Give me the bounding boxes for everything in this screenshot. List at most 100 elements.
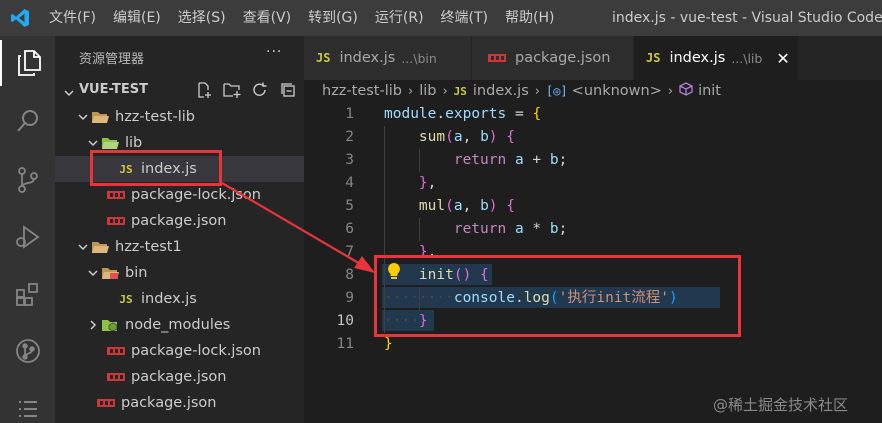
menu-help[interactable]: 帮助(H) (496, 0, 562, 36)
breadcrumb-item[interactable]: lib (419, 83, 436, 99)
tree-file-index-js[interactable]: JS index.js (55, 286, 304, 312)
code-token: mul (418, 198, 446, 214)
code-token: , (427, 175, 437, 191)
extensions-icon[interactable] (0, 272, 55, 318)
tree-file-package-lock-json[interactable]: package-lock.json (55, 338, 304, 364)
new-file-icon[interactable] (190, 81, 218, 99)
tree-label: hzz-test1 (115, 239, 182, 255)
title-bar: 文件(F) 编辑(E) 选择(S) 查看(V) 转到(G) 运行(R) 终端(T… (0, 0, 882, 36)
menu-file[interactable]: 文件(F) (40, 0, 104, 36)
chevron-right-icon: › (407, 83, 414, 99)
code-line[interactable]: 3 return a + b; (304, 149, 882, 172)
tree-file-package-json[interactable]: package.json (55, 390, 304, 416)
workspace-section-header[interactable]: VUE-TEST (55, 78, 304, 102)
code-token: . (436, 106, 446, 122)
tab-package-json[interactable]: package.json (472, 36, 634, 80)
tree-folder-hzz-test-lib[interactable]: hzz-test-lib (55, 104, 304, 130)
code-token: module (384, 106, 437, 122)
menu-run[interactable]: 运行(R) (366, 0, 432, 36)
explorer-sidebar: 资源管理器 ··· VUE-TEST hzz-test-lib lib JS i… (55, 36, 304, 423)
js-file-icon: JS (119, 292, 133, 306)
window-title: index.js - vue-test - Visual Studio Code… (612, 10, 882, 26)
refresh-icon[interactable] (246, 81, 274, 99)
list-icon[interactable] (0, 386, 55, 423)
chevron-down-icon (63, 84, 75, 103)
code-token: + (523, 152, 550, 168)
code-token: b (549, 221, 559, 237)
code-line[interactable]: 2 sum(a, b) { (304, 126, 882, 149)
chevron-right-icon: › (442, 83, 448, 99)
line-number: 6 (345, 221, 354, 237)
code-token: } (384, 336, 393, 352)
line-number: 3 (345, 152, 354, 168)
npm-icon (107, 343, 125, 359)
breadcrumb-symbol-unknown[interactable]: <unknown> (572, 83, 662, 99)
js-file-icon: JS (453, 84, 467, 98)
line-number: 4 (345, 175, 354, 191)
breadcrumb-symbol-init[interactable]: init (698, 83, 721, 99)
code-text: return a * b; (384, 218, 568, 241)
code-token: ; (558, 221, 568, 237)
run-debug-icon[interactable] (0, 214, 55, 260)
more-actions-button[interactable]: ··· (266, 44, 282, 60)
tree-file-package-json[interactable]: package.json (55, 364, 304, 390)
close-icon[interactable]: ✕ (776, 49, 789, 68)
tree-label: package.json (131, 213, 227, 229)
symbol-method-icon (679, 82, 693, 100)
tree-label: package-lock.json (131, 187, 261, 203)
npm-icon (488, 53, 506, 63)
menu-view[interactable]: 查看(V) (234, 0, 300, 36)
tree-file-package-json[interactable]: package.json (55, 208, 304, 234)
activity-bar (0, 36, 55, 423)
code-text: sum(a, b) { (384, 126, 515, 149)
line-number: 8 (345, 267, 354, 283)
menu-go[interactable]: 转到(G) (299, 0, 366, 36)
code-text: module.exports = { (384, 103, 541, 126)
code-token: return (453, 152, 507, 168)
chevron-down-icon (75, 239, 91, 255)
code-token: ) (488, 198, 498, 214)
tree-label: bin (125, 265, 148, 281)
collapse-all-icon[interactable] (274, 81, 302, 99)
code-text: }, (384, 172, 436, 195)
code-token: { (506, 129, 515, 145)
menu-terminal[interactable]: 终端(T) (432, 0, 496, 36)
code-token: a (514, 221, 524, 237)
tab-description: ...\lib (731, 50, 763, 66)
code-line[interactable]: 6 return a * b; (304, 218, 882, 241)
code-line[interactable]: 1 module.exports = { (304, 103, 882, 126)
source-control-icon[interactable] (0, 157, 55, 203)
code-line[interactable]: 4 }, (304, 172, 882, 195)
new-folder-icon[interactable] (218, 81, 246, 99)
annotation-box-file (90, 150, 222, 186)
npm-icon (107, 213, 125, 229)
folder-bin-icon (101, 265, 119, 281)
tab-index-js-bin[interactable]: JS index.js ...\bin (304, 36, 472, 80)
breadcrumb-item[interactable]: hzz-test-lib (322, 83, 402, 99)
menu-edit[interactable]: 编辑(E) (104, 0, 169, 36)
breadcrumb-file[interactable]: index.js (473, 83, 529, 99)
breadcrumb: hzz-test-lib › lib › JS index.js › [◎] <… (304, 80, 882, 102)
git-graph-icon[interactable] (0, 328, 55, 374)
explorer-icon[interactable] (0, 40, 55, 86)
tree-folder-bin[interactable]: bin (55, 260, 304, 286)
code-token: b (480, 198, 489, 214)
code-token: ( (445, 198, 454, 214)
search-icon[interactable] (0, 98, 55, 144)
folder-node-icon (101, 317, 119, 333)
menu-selection[interactable]: 选择(S) (169, 0, 234, 36)
code-line[interactable]: 5 mul(a, b) { (304, 195, 882, 218)
tab-index-js-lib[interactable]: JS index.js ...\lib ✕ (634, 36, 799, 80)
tree-folder-node-modules[interactable]: node_modules (55, 312, 304, 338)
code-token: } (418, 175, 428, 191)
code-token: * (523, 221, 550, 237)
line-number: 1 (345, 106, 354, 122)
code-token: a (453, 198, 463, 214)
tree-folder-hzz-test1[interactable]: hzz-test1 (55, 234, 304, 260)
